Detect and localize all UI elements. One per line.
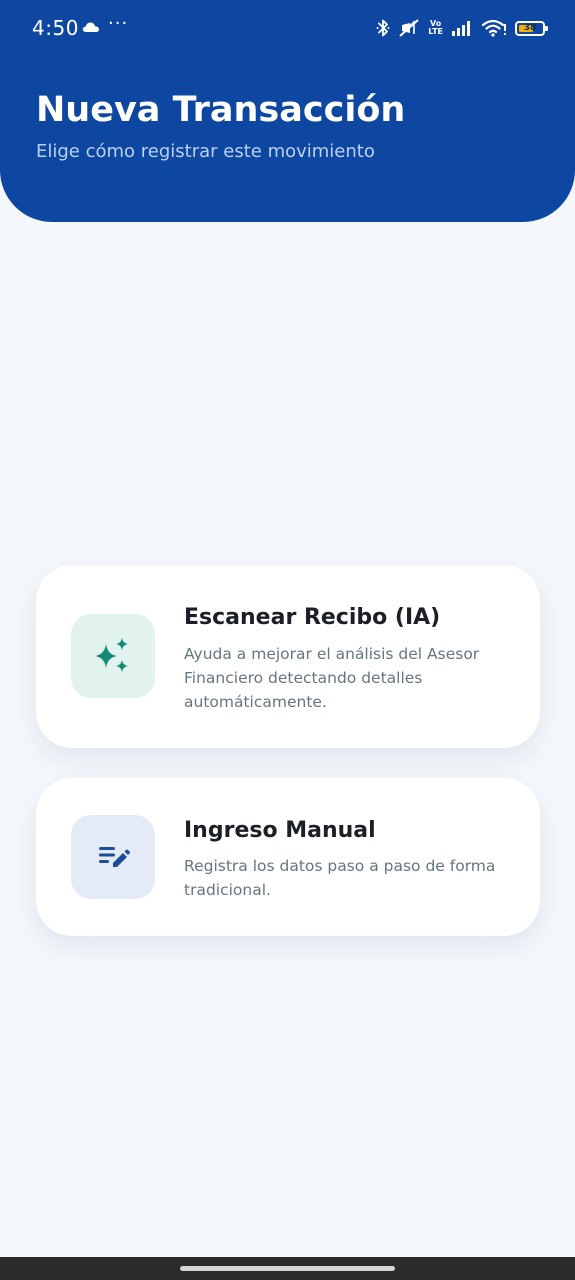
sparkles-icon [95, 638, 128, 672]
header: 4:50 ··· Vo LTE 38 Nueva Transacción Eli… [0, 0, 575, 222]
manual-entry-icon-box [71, 815, 155, 899]
mute-icon [399, 19, 419, 37]
scan-receipt-option[interactable]: Escanear Recibo (IA) Ayuda a mejorar el … [36, 565, 540, 748]
cloud-icon [82, 22, 99, 32]
status-bar: 4:50 ··· Vo LTE 38 [0, 0, 575, 58]
home-gesture-handle[interactable] [180, 1266, 395, 1271]
status-time: 4:50 [32, 16, 79, 40]
edit-list-icon [99, 847, 130, 867]
scan-receipt-title: Escanear Recibo (IA) [184, 605, 441, 630]
manual-entry-option[interactable]: Ingreso Manual Registra los datos paso a… [36, 778, 540, 936]
battery-tip [545, 25, 548, 31]
scan-receipt-description: Ayuda a mejorar el análisis del Asesor F… [184, 645, 480, 711]
page-title: Nueva Transacción [36, 90, 406, 130]
navigation-bar [0, 1257, 575, 1280]
more-icon: ··· [108, 13, 129, 34]
wifi-icon [481, 19, 507, 37]
battery-level: 38 [523, 22, 537, 33]
network-type-bottom: LTE [428, 27, 443, 36]
battery-icon: 38 [515, 20, 548, 36]
status-icons: Vo LTE 38 [376, 17, 548, 39]
manual-entry-title: Ingreso Manual [184, 818, 376, 843]
page-subtitle: Elige cómo registrar este movimiento [36, 141, 375, 162]
scan-receipt-icon-box [71, 614, 155, 698]
bluetooth-icon [376, 19, 390, 37]
signal-icon [452, 21, 470, 36]
manual-entry-description: Registra los datos paso a paso de forma … [184, 857, 496, 899]
network-type: Vo LTE [428, 20, 443, 36]
